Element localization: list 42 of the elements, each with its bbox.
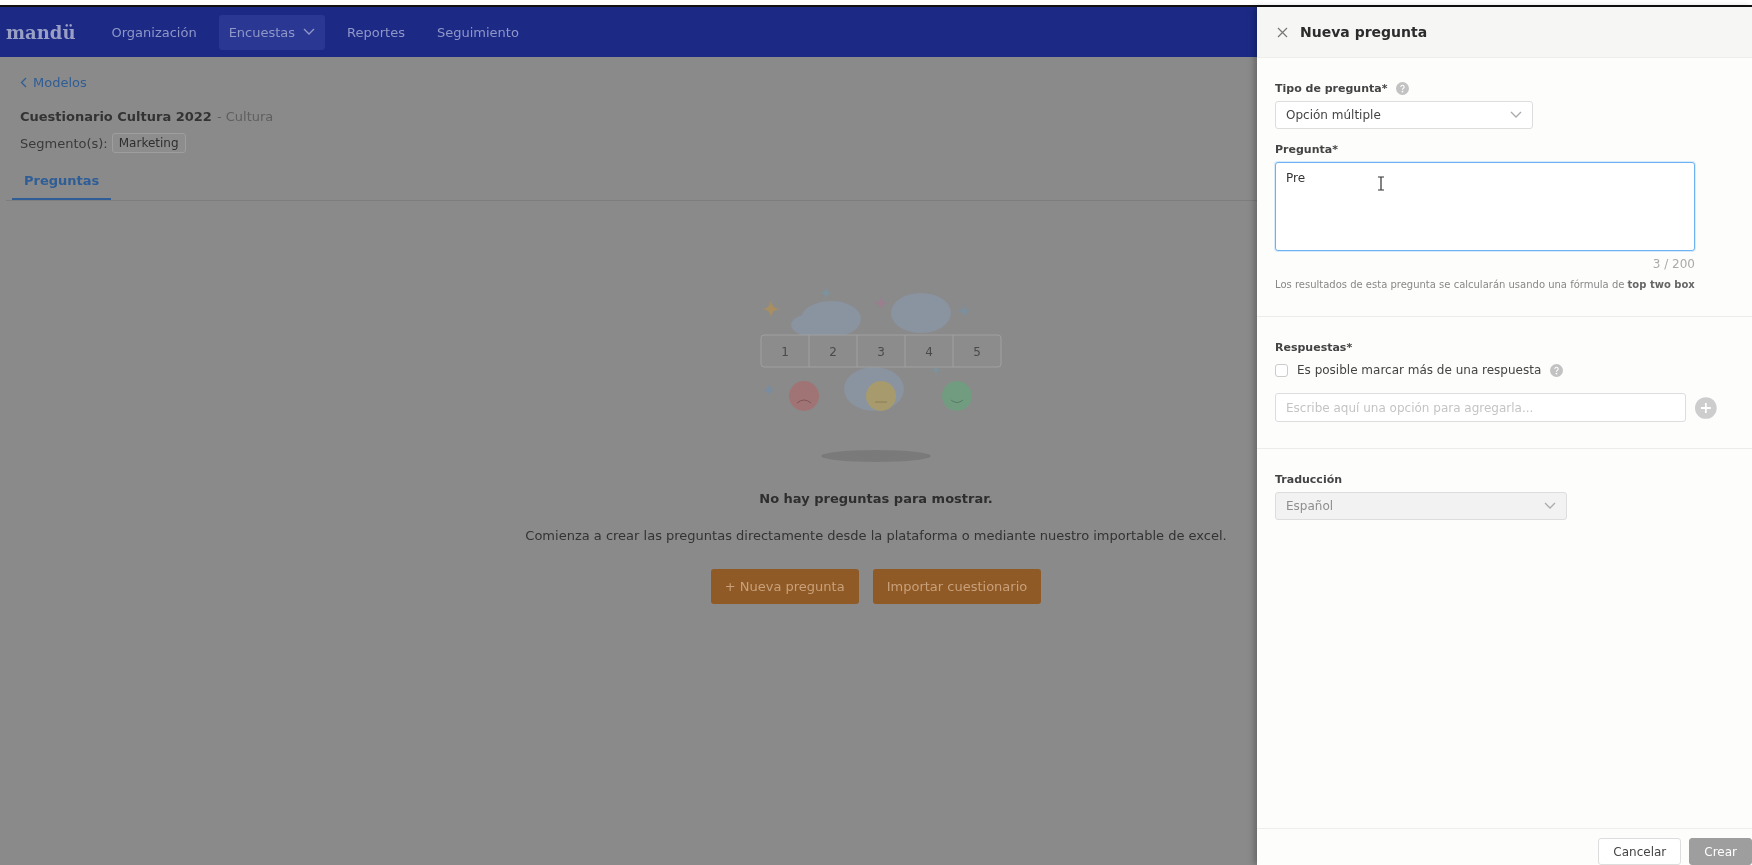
nav-item[interactable]: Organización: [101, 14, 207, 50]
add-icon[interactable]: [1695, 396, 1717, 419]
scale-number: 4: [925, 345, 933, 359]
scale-number: 2: [829, 345, 837, 359]
question-type-select[interactable]: Opción múltiple: [1275, 101, 1533, 129]
empty-description: Comienza a crear las preguntas directamente desde la plataforma o mediante nuestro importable de excel.: [525, 528, 1227, 543]
nav-item[interactable]: Reportes: [337, 14, 415, 50]
field-label: Tipo de pregunta*: [1275, 82, 1388, 95]
question-field[interactable]: Pre: [1275, 162, 1695, 251]
option-input-field[interactable]: Escribe aquí una opción para agregarla...: [1275, 393, 1687, 422]
empty-title: No hay preguntas para mostrar.: [759, 491, 993, 506]
segment-label: Segmento(s):: [20, 135, 108, 151]
checkbox-label: Es posible marcar más de una respuesta: [1297, 363, 1542, 377]
caret-icon: [1510, 111, 1522, 119]
nav-item[interactable]: Encuestas: [218, 14, 326, 50]
close-icon[interactable]: [1277, 26, 1288, 38]
field-label: Pregunta*: [1275, 143, 1338, 156]
footer-button[interactable]: Cancelar: [1598, 838, 1682, 865]
field-label: Respuestas*: [1275, 341, 1353, 354]
segment-tag: Marketing: [111, 133, 186, 153]
checkbox[interactable]: [1275, 363, 1288, 377]
scale-number: 1: [781, 345, 789, 359]
field-label: Traducción: [1275, 473, 1343, 486]
smiling-face-icon: [942, 381, 972, 411]
survey-title: Cuestionario Cultura 2022: [20, 109, 212, 124]
panel-title: Nueva pregunta: [1300, 24, 1428, 40]
scoring-note: Los resultados de esta pregunta se calcularán usando una fórmula de top two box: [1275, 279, 1696, 290]
help-icon: [1396, 82, 1410, 95]
chevron-left-icon: [20, 77, 27, 88]
neutral-face-icon: [866, 381, 896, 411]
text-cursor-icon: [1377, 176, 1385, 191]
nav-item[interactable]: Seguimiento: [426, 14, 529, 50]
character-counter: 3 / 200: [1651, 257, 1695, 271]
sad-face-icon: [789, 381, 819, 411]
caret-icon: [303, 28, 316, 36]
scale-number: 5: [973, 345, 981, 359]
caret-icon: [1544, 502, 1556, 510]
scale-number: 3: [877, 345, 885, 359]
action-button[interactable]: Importar cuestionario: [872, 569, 1042, 604]
action-button[interactable]: + Nueva pregunta: [710, 569, 859, 604]
help-icon: [1550, 363, 1564, 377]
logo[interactable]: mandü: [6, 21, 76, 43]
